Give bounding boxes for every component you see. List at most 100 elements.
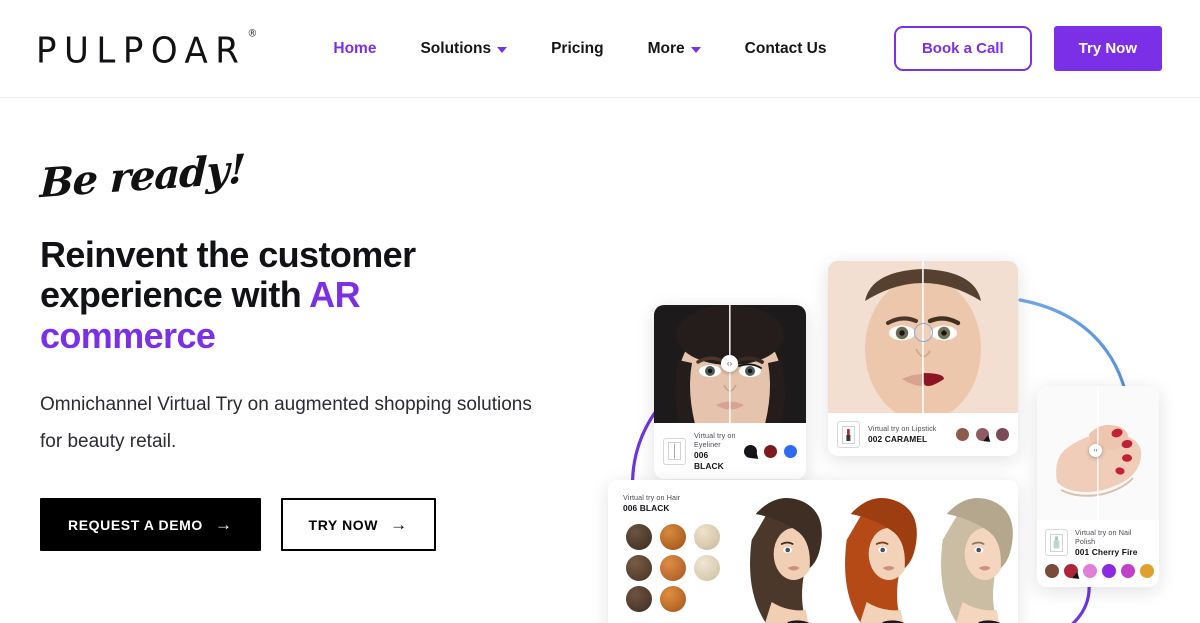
card-hair[interactable]: Virtual try on Hair 006 BLACK [608,480,1018,623]
nav-item-more[interactable]: More [648,40,701,58]
nav-item-home-label: Home [333,39,377,57]
nail-caption-line1: Virtual try on Nail Polish [1075,528,1132,546]
swatch-lipstick-1[interactable] [956,428,969,441]
swatch-nail-1[interactable] [1045,563,1059,578]
eyeliner-caption-text: Virtual try on Eyeliner 006 BLACK [694,431,736,471]
nav-item-pricing-label: Pricing [551,39,604,57]
hair-model-variants [732,480,1018,623]
swatch-hair-2[interactable] [660,524,686,550]
nail-photo[interactable]: ‹› [1037,386,1159,520]
chevron-down-icon [497,46,508,53]
nail-polish-bottle-icon [1050,533,1063,552]
compare-slider-handle[interactable]: ‹› [1089,444,1102,457]
book-a-call-button[interactable]: Book a Call [893,26,1032,71]
lipstick-swatches [956,428,1009,445]
landing-page: PULPOAR ® Home Solutions Pricing More Co… [0,0,1200,623]
hair-caption-line1: Virtual try on Hair [623,493,681,502]
try-now-header-button[interactable]: Try Now [1053,26,1162,71]
swatch-nail-5[interactable] [1121,563,1135,578]
swatch-hair-6[interactable] [694,555,720,581]
swatch-eyeliner-2[interactable] [764,444,777,458]
cursor-pointer-icon [751,451,761,462]
hair-variant-blonde[interactable] [922,480,1018,623]
lipstick-caption-text: Virtual try on Lipstick 002 CARAMEL [868,424,936,445]
lipstick-tube-icon [842,425,855,444]
swatch-nail-2[interactable] [1064,563,1082,582]
card-eyeliner[interactable]: ‹› Virtual try on Eyeliner 006 BLACK [654,305,806,479]
swatch-eyeliner-1[interactable] [744,444,761,462]
swatch-nail-4[interactable] [1102,563,1116,578]
request-a-demo-button[interactable]: REQUEST A DEMO → [40,498,261,552]
nail-product-icon [1045,529,1068,557]
request-a-demo-label: REQUEST A DEMO [68,516,203,533]
eyeliner-pencil-icon [668,442,681,460]
hair-caption: Virtual try on Hair 006 BLACK [623,493,680,514]
hero-cta-group: REQUEST A DEMO → TRY NOW → [40,498,580,552]
hair-swatches [626,524,720,612]
registered-mark-icon: ® [247,27,258,39]
swatch-eyeliner-3[interactable] [784,444,797,458]
cursor-pointer-icon [983,435,993,445]
eyeliner-caption: Virtual try on Eyeliner 006 BLACK [654,423,806,479]
swatch-hair-8[interactable] [660,586,686,612]
try-now-hero-label: TRY NOW [308,516,379,533]
hair-model-blonde-image [922,480,1018,623]
hero-copy: Be ready! Reinvent the customer experien… [39,146,580,552]
swatch-lipstick-3[interactable] [996,428,1009,441]
chevron-down-icon [690,46,701,53]
swatch-hair-7[interactable] [626,586,652,612]
nav-item-home[interactable]: Home [333,40,376,58]
page-title: Reinvent the customer experience with AR… [40,234,470,356]
brand-logo-text: PULPOAR [36,29,247,72]
arrow-right-icon: → [214,515,233,535]
nail-caption: Virtual try on Nail Polish 001 Cherry Fi… [1037,520,1159,587]
eyeliner-photo[interactable]: ‹› [654,305,806,423]
brand-logo[interactable]: PULPOAR ® [36,28,257,72]
eyeliner-product-icon [663,437,686,465]
hero-collage: ‹› Virtual try on Eyeliner 006 BLACK Vir… [600,243,1200,623]
nav-item-contact-us[interactable]: Contact Us [745,40,827,58]
nav-item-contact-us-label: Contact Us [744,39,827,57]
hero-title-accent-commerce: commerce [40,314,216,356]
nail-caption-line2: 001 Cherry Fire [1075,547,1138,557]
hero-subtitle: Omnichannel Virtual Try on augmented sho… [40,393,532,452]
nail-caption-text: Virtual try on Nail Polish 001 Cherry Fi… [1075,528,1151,558]
lipstick-product-icon [837,421,860,448]
header-actions: Book a Call Try Now [893,26,1162,71]
hair-inner: Virtual try on Hair 006 BLACK [608,480,1018,623]
hair-model-red-image [827,480,923,623]
nail-caption-head: Virtual try on Nail Polish 001 Cherry Fi… [1045,528,1151,558]
swatch-hair-1[interactable] [626,524,652,550]
lipstick-caption-line2: 002 CARAMEL [868,434,928,445]
hair-caption-line2: 006 BLACK [623,503,670,513]
compare-slider-handle[interactable] [914,323,933,342]
site-header: PULPOAR ® Home Solutions Pricing More Co… [0,0,1200,98]
swatch-lipstick-2[interactable] [976,428,993,445]
card-lipstick[interactable]: Virtual try on Lipstick 002 CARAMEL [828,261,1018,456]
hair-variant-brown[interactable] [732,480,828,623]
hair-variant-red[interactable] [827,480,923,623]
try-now-hero-button[interactable]: TRY NOW → [280,498,436,552]
swatch-hair-5[interactable] [660,555,686,581]
nav-item-pricing[interactable]: Pricing [551,40,604,58]
nail-swatches [1045,563,1154,582]
lipstick-photo[interactable] [828,261,1018,413]
swatch-nail-3[interactable] [1083,563,1097,578]
nav-item-more-label: More [647,39,685,57]
lipstick-caption-line1: Virtual try on Lipstick [868,424,937,434]
compare-slider-handle[interactable]: ‹› [721,355,738,372]
swatch-nail-6[interactable] [1140,563,1154,578]
swatch-hair-4[interactable] [626,555,652,581]
arrow-right-icon: → [390,515,408,535]
nav-item-solutions[interactable]: Solutions [420,39,508,58]
swatch-hair-3[interactable] [694,524,720,550]
hero-eyebrow: Be ready! [39,145,246,208]
cursor-pointer-icon [1072,571,1082,582]
hero-title-accent-ar: AR [309,274,360,316]
eyeliner-caption-line1: Virtual try on Eyeliner [694,431,736,449]
hair-model-brown-image [732,480,828,623]
card-nail-polish[interactable]: ‹› Virtual try on Nail Polish 001 Cherry… [1037,386,1159,587]
eyeliner-swatches [744,444,797,462]
nav-item-solutions-label: Solutions [420,39,492,57]
hero-section: Be ready! Reinvent the customer experien… [0,98,1200,623]
